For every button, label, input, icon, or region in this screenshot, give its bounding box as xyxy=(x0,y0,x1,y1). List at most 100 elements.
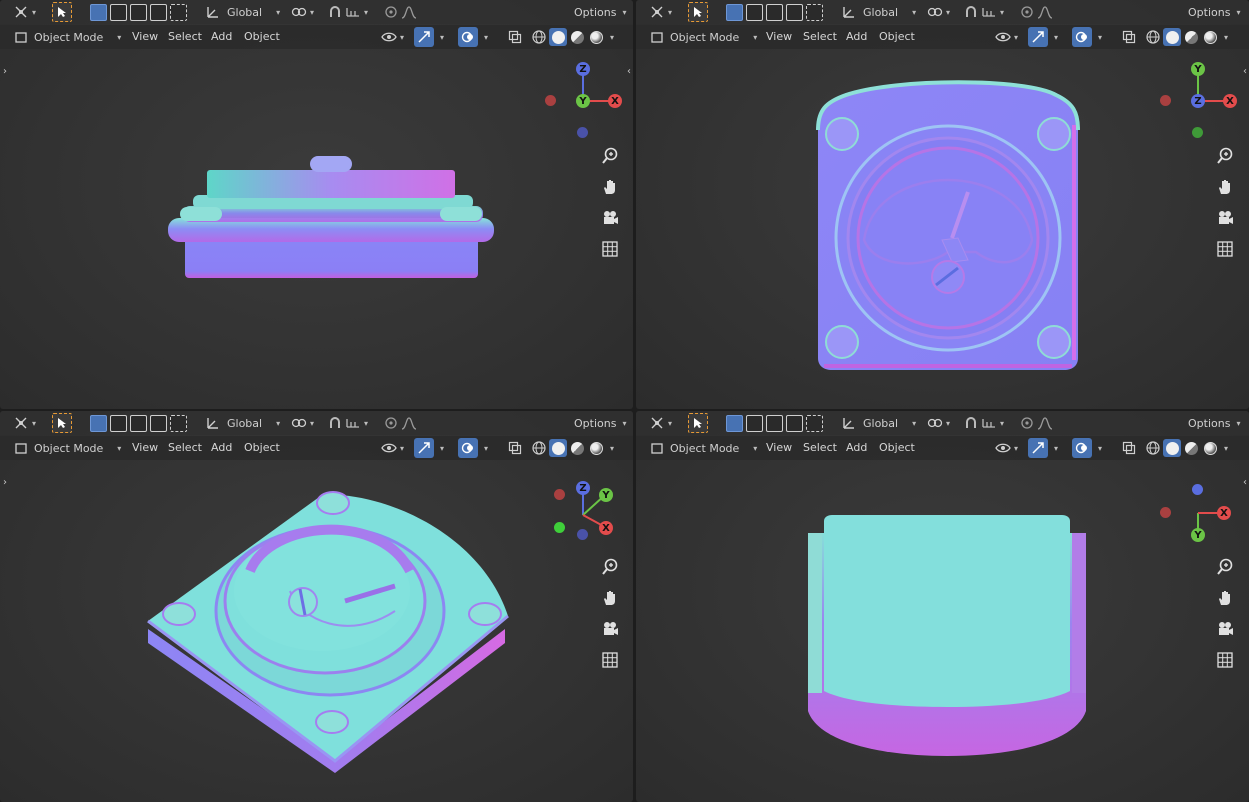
select-tool[interactable] xyxy=(52,2,72,22)
menu-add[interactable]: Add xyxy=(846,438,867,458)
camera-icon[interactable] xyxy=(599,618,621,640)
visibility-dropdown[interactable]: ▾ xyxy=(380,438,404,458)
proportional-editing[interactable] xyxy=(382,413,418,433)
snap-toggle[interactable]: ▾ xyxy=(326,413,368,433)
navigation-gizmo[interactable]: Z Y X xyxy=(545,477,625,557)
hand-icon[interactable] xyxy=(599,176,621,198)
axis-x-icon[interactable]: X xyxy=(1217,506,1231,520)
proportional-editing[interactable] xyxy=(1018,2,1054,22)
object-mode-dropdown[interactable]: Object Mode ▾ xyxy=(648,438,757,458)
viewport-perspective[interactable]: ▾ Global ▾ ▾ ▾ Options ▾ Object Mode ▾ V… xyxy=(0,411,633,802)
mode-intersect-icon[interactable] xyxy=(150,3,167,21)
select-tool[interactable] xyxy=(688,2,708,22)
snap-toggle[interactable]: ▾ xyxy=(962,413,1004,433)
box-select-modes[interactable] xyxy=(726,2,826,22)
gizmo-toggle[interactable]: ▾ xyxy=(414,438,444,458)
select-tool[interactable] xyxy=(52,413,72,433)
shading-modes[interactable]: ▾ xyxy=(1144,27,1228,47)
box-select-modes[interactable] xyxy=(90,2,190,22)
overlay-toggle[interactable]: ▾ xyxy=(458,27,488,47)
grid-icon[interactable] xyxy=(1214,649,1236,671)
shading-modes[interactable]: ▾ xyxy=(1144,438,1228,458)
editor-type-button[interactable]: ▾ xyxy=(12,413,36,433)
hand-icon[interactable] xyxy=(1214,176,1236,198)
axis-z-icon[interactable] xyxy=(1192,484,1203,495)
transform-orientation-dropdown[interactable]: Global ▾ xyxy=(204,2,280,22)
axis-neg-x-icon[interactable] xyxy=(545,95,556,106)
menu-view[interactable]: View xyxy=(766,27,792,47)
hand-icon[interactable] xyxy=(1214,587,1236,609)
options-dropdown[interactable]: Options ▾ xyxy=(1188,2,1240,22)
camera-icon[interactable] xyxy=(1214,207,1236,229)
gizmo-toggle[interactable]: ▾ xyxy=(1028,27,1058,47)
axis-z-icon[interactable]: Z xyxy=(576,481,590,495)
sidebar-expand-icon[interactable]: ‹ xyxy=(1243,66,1247,77)
menu-object[interactable]: Object xyxy=(244,438,280,458)
visibility-dropdown[interactable]: ▾ xyxy=(994,438,1018,458)
axis-neg-y-icon[interactable] xyxy=(1192,127,1203,138)
sidebar-expand-icon[interactable]: ‹ xyxy=(1243,477,1247,488)
box-select-modes[interactable] xyxy=(726,413,826,433)
mode-new-icon[interactable] xyxy=(90,3,107,21)
select-tool[interactable] xyxy=(688,413,708,433)
gizmo-toggle[interactable]: ▾ xyxy=(1028,438,1058,458)
mode-intersect-icon[interactable] xyxy=(150,414,167,432)
mode-subtract-icon[interactable] xyxy=(766,414,783,432)
axis-neg-x-icon[interactable] xyxy=(1160,95,1171,106)
zoom-icon[interactable] xyxy=(599,145,621,167)
proportional-editing[interactable] xyxy=(382,2,418,22)
navigation-gizmo[interactable]: X Y xyxy=(1155,477,1235,557)
menu-object[interactable]: Object xyxy=(244,27,280,47)
menu-select[interactable]: Select xyxy=(168,27,202,47)
pivot-dropdown[interactable]: ▾ xyxy=(290,2,314,22)
editor-type-button[interactable]: ▾ xyxy=(648,2,672,22)
xray-toggle[interactable] xyxy=(506,438,524,458)
mode-extend-icon[interactable] xyxy=(110,3,127,21)
wireframe-shading-icon[interactable] xyxy=(530,439,548,457)
axis-neg-z-icon[interactable] xyxy=(577,127,588,138)
pivot-dropdown[interactable]: ▾ xyxy=(926,413,950,433)
grid-icon[interactable] xyxy=(599,649,621,671)
axis-neg-z-icon[interactable] xyxy=(577,529,588,540)
menu-object[interactable]: Object xyxy=(879,438,915,458)
axis-x-icon[interactable]: X xyxy=(1223,94,1237,108)
menu-select[interactable]: Select xyxy=(803,27,837,47)
material-shading-icon[interactable] xyxy=(568,439,586,457)
snap-toggle[interactable]: ▾ xyxy=(326,2,368,22)
visibility-dropdown[interactable]: ▾ xyxy=(994,27,1018,47)
grid-icon[interactable] xyxy=(599,238,621,260)
menu-add[interactable]: Add xyxy=(211,27,232,47)
wireframe-shading-icon[interactable] xyxy=(530,28,548,46)
grid-icon[interactable] xyxy=(1214,238,1236,260)
xray-toggle[interactable] xyxy=(1120,27,1138,47)
options-dropdown[interactable]: Options ▾ xyxy=(1188,413,1240,433)
axis-x-icon[interactable]: X xyxy=(608,94,622,108)
object-mode-dropdown[interactable]: Object Mode ▾ xyxy=(648,27,757,47)
camera-icon[interactable] xyxy=(599,207,621,229)
rendered-shading-icon[interactable] xyxy=(1201,439,1219,457)
zoom-icon[interactable] xyxy=(1214,556,1236,578)
mode-subtract-icon[interactable] xyxy=(766,3,783,21)
viewport-bottom[interactable]: ▾ Global ▾ ▾ ▾ Options ▾ Object Mode ▾ V… xyxy=(636,411,1249,802)
rendered-shading-icon[interactable] xyxy=(587,439,605,457)
axis-y-icon[interactable]: Y xyxy=(576,94,590,108)
wireframe-shading-icon[interactable] xyxy=(1144,439,1162,457)
material-shading-icon[interactable] xyxy=(1182,439,1200,457)
xray-toggle[interactable] xyxy=(506,27,524,47)
mode-subtract-icon[interactable] xyxy=(130,3,147,21)
toolbar-expand-icon[interactable]: › xyxy=(3,66,7,77)
rendered-shading-icon[interactable] xyxy=(587,28,605,46)
rendered-shading-icon[interactable] xyxy=(1201,28,1219,46)
material-shading-icon[interactable] xyxy=(1182,28,1200,46)
visibility-dropdown[interactable]: ▾ xyxy=(380,27,404,47)
editor-type-button[interactable]: ▾ xyxy=(648,413,672,433)
camera-icon[interactable] xyxy=(1214,618,1236,640)
axis-neg-x-icon[interactable] xyxy=(1160,507,1171,518)
mode-invert-icon[interactable] xyxy=(806,414,823,432)
xray-toggle[interactable] xyxy=(1120,438,1138,458)
mode-extend-icon[interactable] xyxy=(746,414,763,432)
solid-shading-icon[interactable] xyxy=(1163,28,1181,46)
axis-z-icon[interactable]: Z xyxy=(576,62,590,76)
object-mode-dropdown[interactable]: Object Mode ▾ xyxy=(12,27,121,47)
object-mode-dropdown[interactable]: Object Mode ▾ xyxy=(12,438,121,458)
